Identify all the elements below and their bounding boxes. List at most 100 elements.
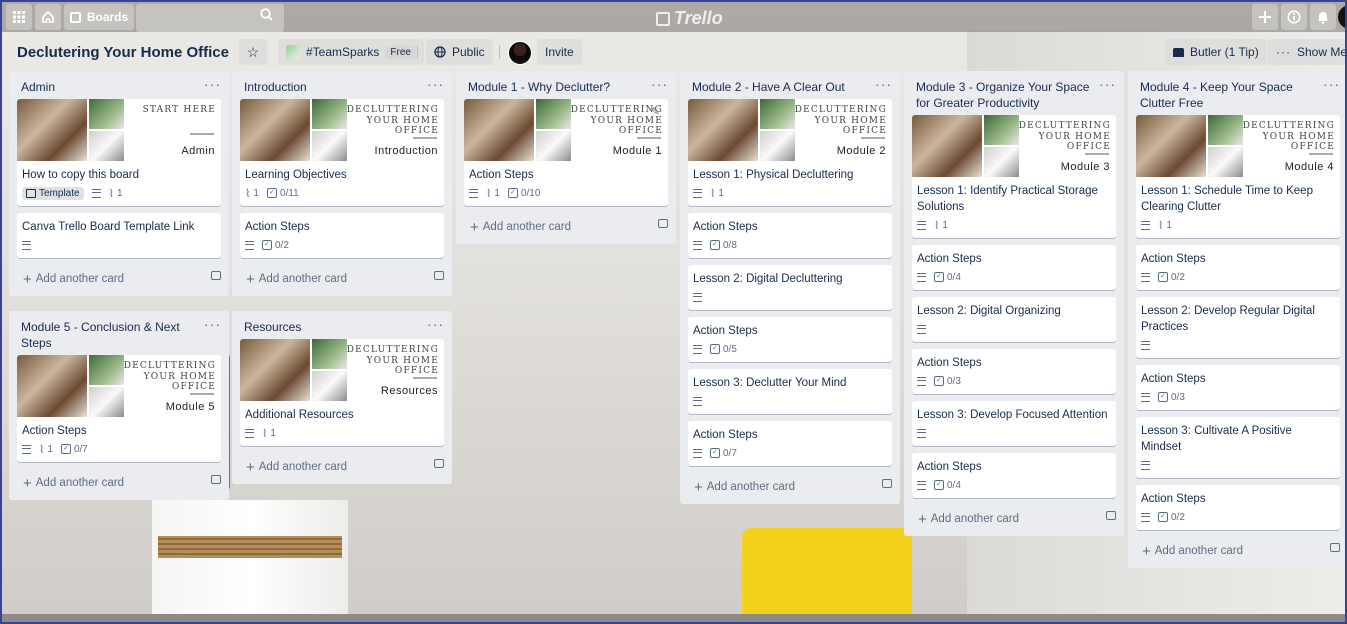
apps-grid-icon[interactable] — [6, 4, 32, 30]
card[interactable]: DECLUTTERING YOUR HOME OFFICE Resources Addi… — [240, 339, 444, 446]
card[interactable]: Action Steps ✓ 0/3 — [1136, 365, 1340, 410]
board-title[interactable]: Declutering Your Home Office — [17, 44, 229, 61]
card[interactable]: Lesson 2: Digital Decluttering — [688, 265, 892, 310]
card[interactable]: DECLUTTERING YOUR HOME OFFICE Module 2 Lesso… — [688, 99, 892, 206]
attachment-badge: ⌇ 1 — [710, 187, 724, 200]
list-menu-icon[interactable]: ··· — [875, 76, 892, 92]
card-template-icon[interactable] — [434, 271, 444, 280]
search-icon[interactable] — [260, 8, 273, 21]
card[interactable]: Action Steps ✓ 0/2 — [240, 213, 444, 258]
add-card-button[interactable]: + Add another card — [9, 265, 229, 296]
paperclip-icon: ⌇ — [39, 443, 45, 456]
member-avatar[interactable] — [508, 41, 532, 65]
list-title[interactable]: Admin — [9, 71, 229, 95]
list-title[interactable]: Introduction — [232, 71, 452, 95]
card[interactable]: Lesson 3: Develop Focused Attention — [912, 401, 1116, 446]
add-card-button[interactable]: + Add another card — [1128, 537, 1347, 568]
checklist-count: 0/7 — [723, 447, 737, 459]
list-title[interactable]: Module 1 - Why Declutter? — [456, 71, 676, 95]
card-template-icon[interactable] — [211, 271, 221, 280]
cover-brand-line: OFFICE — [394, 366, 439, 376]
list-3: Module 1 - Why Declutter? ··· DECLUTTERING… — [456, 71, 676, 244]
bell-icon[interactable] — [1310, 4, 1336, 30]
add-card-button[interactable]: + Add another card — [232, 453, 452, 484]
card[interactable]: DECLUTTERING YOUR HOME OFFICE Module 4 Lesso… — [1136, 115, 1340, 238]
card[interactable]: Lesson 3: Cultivate A Positive Mindset — [1136, 417, 1340, 478]
info-icon[interactable] — [1281, 4, 1307, 30]
plus-icon: + — [694, 478, 703, 496]
card-template-icon[interactable] — [658, 219, 668, 228]
description-icon — [1141, 340, 1150, 350]
star-button[interactable]: ☆ — [239, 39, 267, 65]
list-title[interactable]: Module 3 - Organize Your Space for Great… — [904, 71, 1124, 111]
cover-photo-plant — [984, 115, 1019, 145]
card[interactable]: START HERE Admin How to copy this board Tem… — [17, 99, 221, 206]
card[interactable]: Action Steps ✓ 0/2 — [1136, 245, 1340, 290]
list-menu-icon[interactable]: ··· — [204, 76, 221, 92]
card-title: Action Steps — [1141, 373, 1206, 385]
description-icon — [693, 396, 702, 406]
card[interactable]: Lesson 3: Declutter Your Mind — [688, 369, 892, 414]
card-badges — [1136, 458, 1340, 478]
card[interactable]: DECLUTTERING YOUR HOME OFFICE Module 5 Actio… — [17, 355, 221, 462]
trello-logo[interactable]: Trello — [656, 8, 723, 29]
card[interactable]: Lesson 2: Digital Organizing — [912, 297, 1116, 342]
add-card-button[interactable]: + Add another card — [904, 505, 1124, 536]
home-icon[interactable] — [35, 4, 61, 30]
card[interactable]: Action Steps ✓ 0/8 — [688, 213, 892, 258]
list-title[interactable]: Module 2 - Have A Clear Out — [680, 71, 900, 95]
list-title[interactable]: Module 4 - Keep Your Space Clutter Free — [1128, 71, 1347, 111]
add-card-button[interactable]: + Add another card — [9, 469, 229, 500]
checklist-badge: ✓ 0/3 — [934, 376, 961, 387]
card[interactable]: Action Steps ✓ 0/5 — [688, 317, 892, 362]
globe-icon — [434, 46, 446, 58]
card-template-icon[interactable] — [1106, 511, 1116, 520]
card[interactable]: Action Steps ✓ 0/4 — [912, 453, 1116, 498]
card-template-icon[interactable] — [1330, 543, 1340, 552]
card[interactable]: Action Steps ✓ 0/3 — [912, 349, 1116, 394]
card-template-icon[interactable] — [211, 475, 221, 484]
list-menu-icon[interactable]: ··· — [204, 316, 221, 332]
list-title[interactable]: Resources — [232, 311, 452, 335]
cover-brand-line: OFFICE — [842, 126, 887, 136]
show-menu-button[interactable]: ··· Show Menu — [1268, 39, 1347, 65]
list-menu-icon[interactable]: ··· — [1099, 76, 1116, 92]
team-button[interactable]: #TeamSparks Free — [278, 39, 424, 65]
card[interactable]: Action Steps ✓ 0/7 — [688, 421, 892, 466]
visibility-button[interactable]: Public — [426, 39, 493, 65]
list-menu-icon[interactable]: ··· — [1323, 76, 1340, 92]
card-badges: ✓ 0/4 — [912, 478, 1116, 498]
checklist-icon: ✓ — [934, 480, 944, 490]
card[interactable]: Action Steps ✓ 0/2 — [1136, 485, 1340, 530]
list-title[interactable]: Module 5 - Conclusion & Next Steps — [9, 311, 229, 351]
trello-logo-text: Trello — [674, 8, 723, 28]
checklist-icon: ✓ — [934, 272, 944, 282]
list-menu-icon[interactable]: ··· — [427, 76, 444, 92]
card[interactable]: DECLUTTERING YOUR HOME OFFICE Module 1 ✎ Acti… — [464, 99, 668, 206]
checklist-count: 0/10 — [520, 187, 541, 199]
invite-button[interactable]: Invite — [537, 39, 582, 65]
card[interactable]: DECLUTTERING YOUR HOME OFFICE Introduction L… — [240, 99, 444, 206]
pencil-edit-icon[interactable]: ✎ — [651, 105, 660, 118]
card-badges: ⌇ 1 ✓ 0/10 — [464, 186, 668, 206]
add-card-button[interactable]: + Add another card — [680, 473, 900, 504]
card[interactable]: Action Steps ✓ 0/4 — [912, 245, 1116, 290]
add-card-button[interactable]: + Add another card — [456, 213, 676, 244]
cover-brand-line: YOUR HOME — [1038, 131, 1111, 142]
cover-brand-text: DECLUTTERING YOUR HOME OFFICE — [347, 345, 439, 377]
cover-photo-laptop — [1208, 147, 1243, 177]
card[interactable]: DECLUTTERING YOUR HOME OFFICE Module 3 Lesso… — [912, 115, 1116, 238]
card-title: Action Steps — [1141, 253, 1206, 265]
card-template-icon[interactable] — [434, 459, 444, 468]
card[interactable]: Lesson 2: Develop Regular Digital Practi… — [1136, 297, 1340, 358]
card-template-icon[interactable] — [882, 479, 892, 488]
add-card-button[interactable]: + Add another card — [232, 265, 452, 296]
plus-icon[interactable] — [1252, 4, 1278, 30]
card[interactable]: Canva Trello Board Template Link — [17, 213, 221, 258]
list-menu-icon[interactable]: ··· — [651, 76, 668, 92]
boards-button[interactable]: Boards — [64, 4, 134, 30]
description-icon — [917, 480, 926, 490]
avatar-top[interactable] — [1338, 5, 1347, 29]
butler-button[interactable]: Butler (1 Tip) — [1165, 39, 1267, 65]
list-menu-icon[interactable]: ··· — [427, 316, 444, 332]
